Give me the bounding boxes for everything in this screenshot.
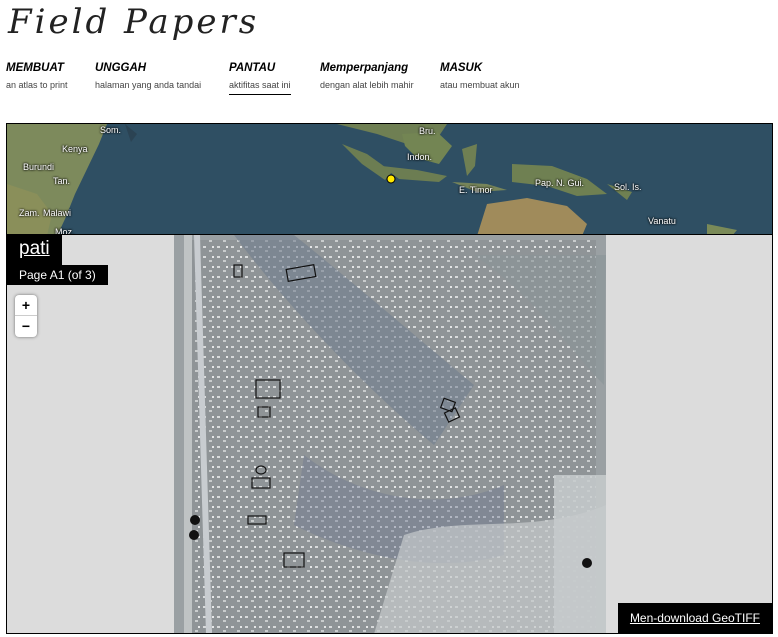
nav-item-title: Memperpanjang xyxy=(320,62,409,74)
nav-item-masuk[interactable]: MASUK atau membuat akun xyxy=(440,62,520,91)
nav-item-membuat[interactable]: MEMBUAT an atlas to print xyxy=(6,62,68,91)
zoom-out-button[interactable]: − xyxy=(15,316,37,337)
nav-item-subtitle: halaman yang anda tandai xyxy=(95,80,202,90)
scanned-page-image xyxy=(174,235,606,633)
field-papers-logo[interactable]: Field Papers xyxy=(8,2,259,42)
nav-item-title: MASUK xyxy=(440,62,483,74)
nav-item-subtitle: atau membuat akun xyxy=(440,80,520,90)
nav-item-title: MEMBUAT xyxy=(6,62,64,74)
location-marker[interactable] xyxy=(7,124,773,235)
nav-item-unggah[interactable]: UNGGAH halaman yang anda tandai xyxy=(95,62,201,91)
nav-item-subtitle: an atlas to print xyxy=(6,80,68,90)
zoom-control: + − xyxy=(15,295,37,337)
overview-map[interactable]: Som. Kenya Burundi Tan. Zam. Malawi Moz.… xyxy=(6,123,773,235)
nav-item-title: PANTAU xyxy=(229,62,276,74)
nav-item-subtitle: dengan alat lebih mahir xyxy=(320,80,414,90)
atlas-title-link[interactable]: pati xyxy=(7,235,62,265)
zoom-in-button[interactable]: + xyxy=(15,295,37,316)
nav-item-pantau[interactable]: PANTAU aktifitas saat ini xyxy=(229,62,291,95)
nav-item-memperpanjang[interactable]: Memperpanjang dengan alat lebih mahir xyxy=(320,62,414,91)
download-geotiff-link[interactable]: Men-download GeoTIFF xyxy=(617,603,772,633)
atlas-page-map[interactable]: pati Page A1 (of 3) + − Men-download Geo… xyxy=(6,235,773,634)
nav-item-subtitle: aktifitas saat ini xyxy=(229,80,291,90)
page-label: Page A1 (of 3) xyxy=(7,265,108,285)
nav-item-title: UNGGAH xyxy=(95,62,147,74)
